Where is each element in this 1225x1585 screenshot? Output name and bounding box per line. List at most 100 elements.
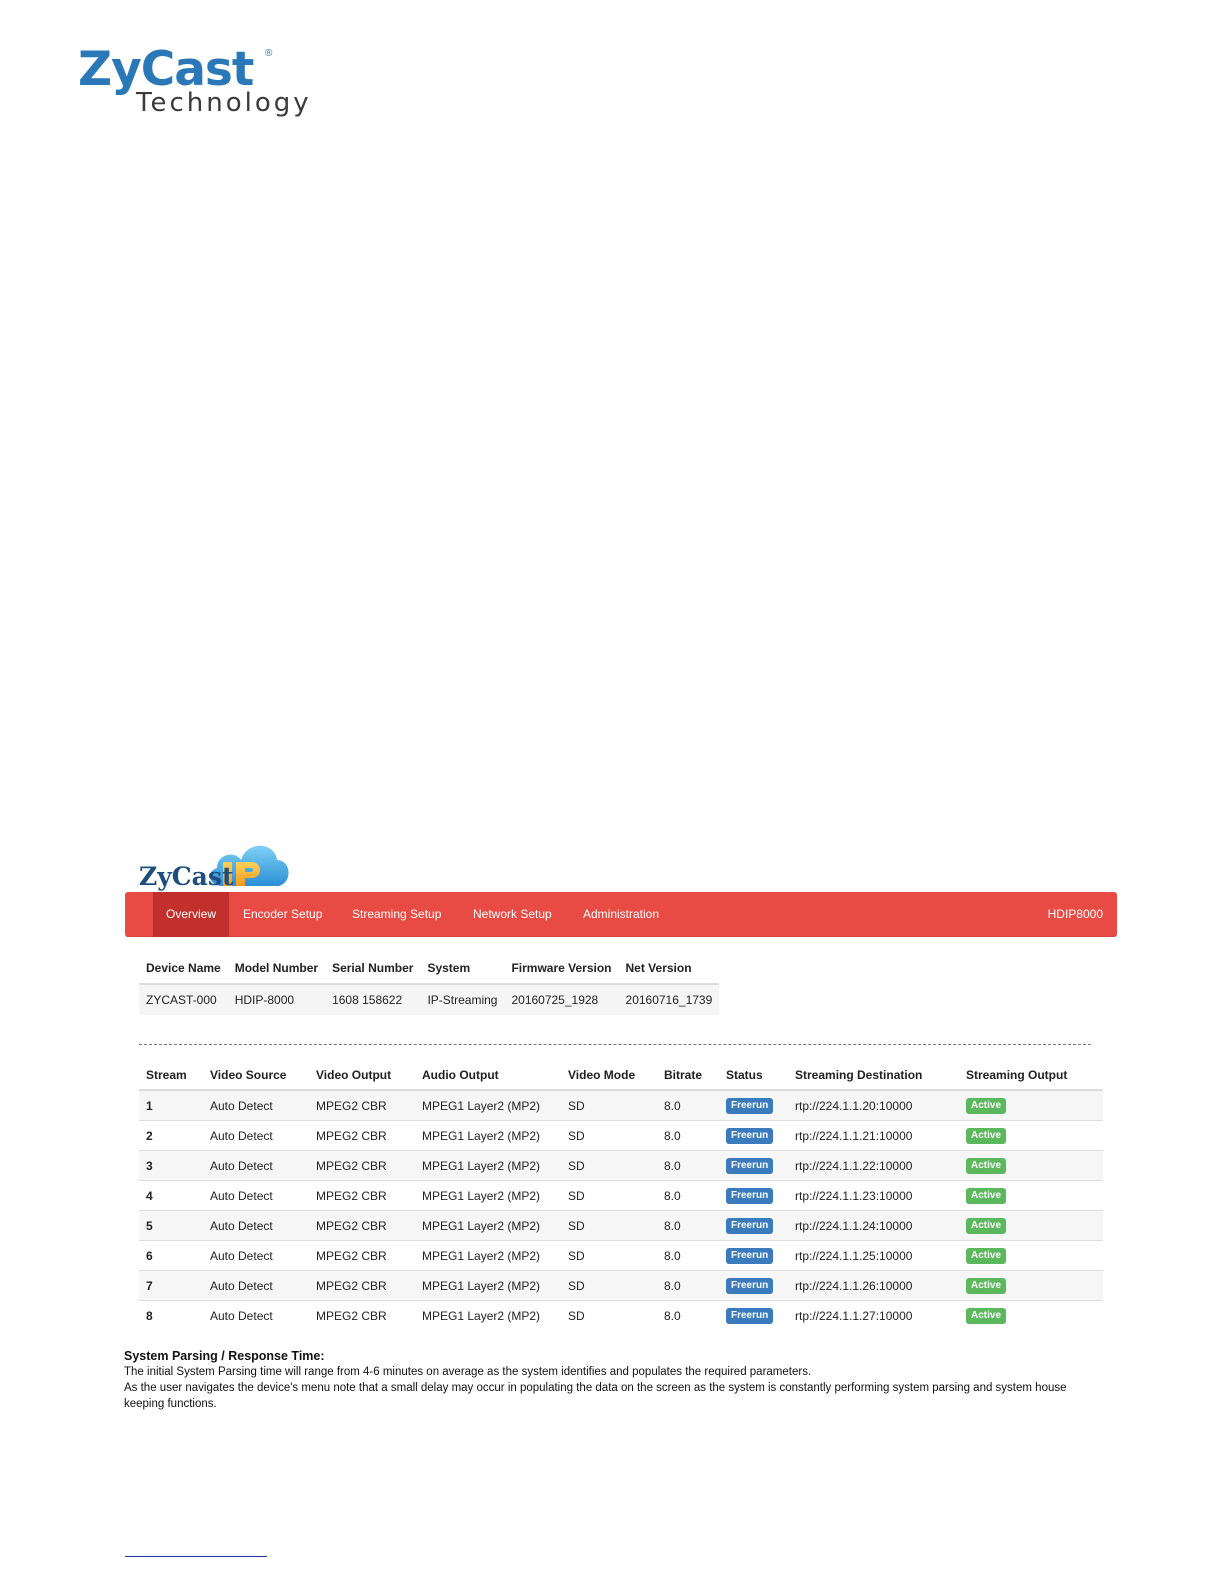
bitrate-cell: 8.0 — [657, 1180, 719, 1211]
stream-number: 2 — [139, 1120, 203, 1151]
col-serial-number: Serial Number — [325, 952, 421, 985]
registered-mark: ® — [265, 48, 273, 59]
audio-output-cell: MPEG1 Layer2 (MP2) — [415, 1089, 561, 1121]
device-table-header: Device Name Model Number Serial Number S… — [139, 952, 720, 985]
audio-output-cell: MPEG1 Layer2 (MP2) — [415, 1210, 561, 1241]
status-badge: Freerun — [726, 1248, 774, 1264]
nav-network-setup[interactable]: Network Setup — [460, 892, 565, 937]
status-cell: Freerun — [719, 1300, 788, 1330]
stream-number: 3 — [139, 1150, 203, 1181]
device-name-value: ZYCAST-000 — [139, 984, 228, 1015]
col-video-source: Video Source — [203, 1060, 309, 1091]
stream-number: 5 — [139, 1210, 203, 1241]
video-output-cell: MPEG2 CBR — [309, 1180, 415, 1211]
col-model-number: Model Number — [227, 952, 326, 985]
stream-row: 4 Auto Detect MPEG2 CBR MPEG1 Layer2 (MP2) S… — [139, 1180, 1103, 1211]
nav-administration[interactable]: Administration — [570, 892, 672, 937]
status-badge: Freerun — [726, 1308, 774, 1324]
col-firmware-version: Firmware Version — [504, 952, 619, 985]
zycast-technology-logo: ZyCast ® Technology — [78, 42, 318, 122]
bitrate-cell: 8.0 — [657, 1240, 719, 1271]
status-badge: Freerun — [726, 1098, 774, 1114]
stream-row: 7 Auto Detect MPEG2 CBR MPEG1 Layer2 (MP2) S… — [139, 1270, 1103, 1301]
video-source-cell: Auto Detect — [203, 1270, 309, 1301]
status-cell: Freerun — [719, 1240, 788, 1271]
col-device-name: Device Name — [139, 952, 228, 985]
stream-number: 4 — [139, 1180, 203, 1211]
col-audio-output: Audio Output — [415, 1060, 561, 1091]
streaming-destination-cell: rtp://224.1.1.24:10000 — [788, 1210, 959, 1241]
logo-subtitle: Technology — [136, 88, 312, 118]
col-video-mode: Video Mode — [561, 1060, 657, 1091]
audio-output-cell: MPEG1 Layer2 (MP2) — [415, 1180, 561, 1211]
output-status-badge: Active — [966, 1188, 1007, 1204]
col-net-version: Net Version — [618, 952, 720, 985]
video-mode-cell: SD — [561, 1180, 657, 1211]
status-cell: Freerun — [719, 1089, 788, 1121]
audio-output-cell: MPEG1 Layer2 (MP2) — [415, 1120, 561, 1151]
status-badge: Freerun — [726, 1278, 774, 1294]
stream-row: 2 Auto Detect MPEG2 CBR MPEG1 Layer2 (MP2) S… — [139, 1120, 1103, 1151]
status-cell: Freerun — [719, 1150, 788, 1181]
status-badge: Freerun — [726, 1188, 774, 1204]
firmware-version-value: 20160725_1928 — [504, 984, 619, 1015]
stream-row: 6 Auto Detect MPEG2 CBR MPEG1 Layer2 (MP2) S… — [139, 1240, 1103, 1271]
stream-row: 8 Auto Detect MPEG2 CBR MPEG1 Layer2 (MP2) S… — [139, 1300, 1103, 1330]
bitrate-cell: 8.0 — [657, 1089, 719, 1121]
col-bitrate: Bitrate — [657, 1060, 719, 1091]
output-status-badge: Active — [966, 1218, 1007, 1234]
output-status-badge: Active — [966, 1308, 1007, 1324]
bitrate-cell: 8.0 — [657, 1270, 719, 1301]
audio-output-cell: MPEG1 Layer2 (MP2) — [415, 1240, 561, 1271]
stream-number: 1 — [139, 1089, 203, 1121]
video-output-cell: MPEG2 CBR — [309, 1120, 415, 1151]
streaming-output-cell: Active — [959, 1300, 1103, 1330]
streaming-output-cell: Active — [959, 1089, 1103, 1121]
serial-number-value: 1608 158622 — [325, 984, 421, 1015]
status-badge: Freerun — [726, 1218, 774, 1234]
audio-output-cell: MPEG1 Layer2 (MP2) — [415, 1150, 561, 1181]
video-output-cell: MPEG2 CBR — [309, 1210, 415, 1241]
col-streaming-output: Streaming Output — [959, 1060, 1103, 1091]
streaming-destination-cell: rtp://224.1.1.26:10000 — [788, 1270, 959, 1301]
stream-row: 1 Auto Detect MPEG2 CBR MPEG1 Layer2 (MP2) S… — [139, 1089, 1103, 1121]
col-streaming-destination: Streaming Destination — [788, 1060, 959, 1091]
notes-line-2: As the user navigates the device's menu … — [124, 1382, 1067, 1410]
stream-row: 5 Auto Detect MPEG2 CBR MPEG1 Layer2 (MP2) S… — [139, 1210, 1103, 1241]
audio-output-cell: MPEG1 Layer2 (MP2) — [415, 1300, 561, 1330]
video-source-cell: Auto Detect — [203, 1089, 309, 1121]
streaming-output-cell: Active — [959, 1240, 1103, 1271]
col-stream: Stream — [139, 1060, 203, 1091]
video-mode-cell: SD — [561, 1240, 657, 1271]
video-mode-cell: SD — [561, 1120, 657, 1151]
status-badge: Freerun — [726, 1158, 774, 1174]
nav-encoder-setup[interactable]: Encoder Setup — [230, 892, 335, 937]
nav-overview[interactable]: Overview — [153, 892, 230, 937]
nav-streaming-setup[interactable]: Streaming Setup — [339, 892, 454, 937]
stream-table-header: Stream Video Source Video Output Audio O… — [139, 1060, 1103, 1091]
bitrate-cell: 8.0 — [657, 1150, 719, 1181]
output-status-badge: Active — [966, 1158, 1007, 1174]
device-table-row: ZYCAST-000 HDIP-8000 1608 158622 IP-Stre… — [139, 984, 720, 1015]
footer-rule — [125, 1556, 267, 1557]
stream-number: 7 — [139, 1270, 203, 1301]
video-mode-cell: SD — [561, 1300, 657, 1330]
streaming-destination-cell: rtp://224.1.1.21:10000 — [788, 1120, 959, 1151]
video-mode-cell: SD — [561, 1270, 657, 1301]
system-value: IP-Streaming — [420, 984, 505, 1015]
top-navbar: Overview Encoder Setup Streaming Setup N… — [125, 892, 1117, 937]
zycast-ip-logo: ZyCast — [139, 836, 299, 892]
streaming-destination-cell: rtp://224.1.1.27:10000 — [788, 1300, 959, 1330]
notes-line-1: The initial System Parsing time will ran… — [124, 1366, 812, 1378]
stream-number: 8 — [139, 1300, 203, 1330]
video-output-cell: MPEG2 CBR — [309, 1089, 415, 1121]
streaming-output-cell: Active — [959, 1210, 1103, 1241]
streaming-output-cell: Active — [959, 1270, 1103, 1301]
streaming-output-cell: Active — [959, 1150, 1103, 1181]
device-model-label: HDIP8000 — [1047, 907, 1103, 921]
section-divider — [139, 1044, 1091, 1045]
video-mode-cell: SD — [561, 1210, 657, 1241]
status-badge: Freerun — [726, 1128, 774, 1144]
streaming-destination-cell: rtp://224.1.1.22:10000 — [788, 1150, 959, 1181]
video-mode-cell: SD — [561, 1089, 657, 1121]
